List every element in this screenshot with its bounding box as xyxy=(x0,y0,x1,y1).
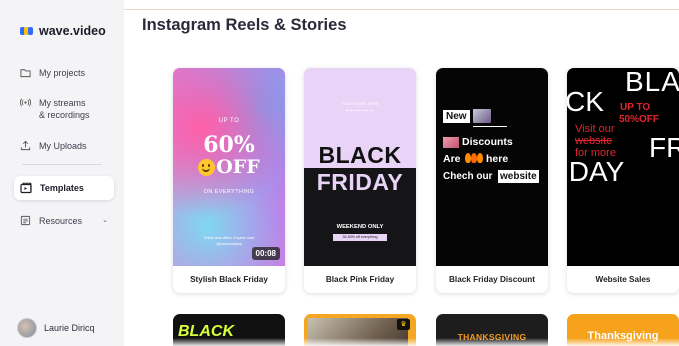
avatar xyxy=(17,318,37,338)
thumb-off-row: OFF xyxy=(173,156,285,178)
thumb-text: Online and offline. Explore now! xyxy=(203,236,255,240)
app-name: wave.video xyxy=(39,24,106,38)
template-card[interactable]: UP TO 60% OFF ON EVERYTHING Online and o… xyxy=(173,68,285,293)
app-logo[interactable]: wave.video xyxy=(20,24,106,38)
thumb-text: Chech our xyxy=(443,171,493,182)
user-profile[interactable]: Laurie Diricq xyxy=(17,318,95,338)
folder-icon xyxy=(20,69,31,78)
thumb-text: Discounts xyxy=(462,136,513,148)
thumb-text: @yourcompany xyxy=(216,242,242,246)
template-thumbnail[interactable]: BLA CK UP TO 50%OFF Visit our website fo… xyxy=(567,68,679,266)
thumb-text: Are xyxy=(443,153,461,165)
template-thumbnail[interactable]: UP TO 60% OFF ON EVERYTHING Online and o… xyxy=(173,68,285,266)
sidebar-item-label: Templates xyxy=(40,183,84,193)
thumb-dots xyxy=(346,110,374,111)
sidebar-item-resources[interactable]: Resources ⌄ xyxy=(14,211,114,231)
template-card[interactable]: YOUR STORY HERE BLACK FRIDAY WEEKEND ONL… xyxy=(304,68,416,293)
template-title: Black Pink Friday xyxy=(325,275,395,284)
sidebar-item-label: My Uploads xyxy=(39,141,87,151)
thumb-text: website xyxy=(575,135,613,147)
duration-badge: 00:08 xyxy=(251,247,280,260)
smiley-icon xyxy=(198,158,216,176)
thumb-text: BLACK xyxy=(318,142,402,168)
thumb-text: New xyxy=(443,110,470,123)
thumb-text: OFF xyxy=(216,156,260,178)
document-icon xyxy=(20,215,31,226)
sidebar-item-my-uploads[interactable]: My Uploads xyxy=(14,136,114,156)
thumb-text: UP TO xyxy=(218,118,240,124)
thumb-text: UP TO xyxy=(620,102,651,113)
sidebar-item-label: Resources xyxy=(39,216,83,226)
thumb-text: ON EVERYTHING xyxy=(203,189,255,195)
sidebar: wave.video My projects My streams & reco… xyxy=(0,0,124,346)
wave-logo-icon xyxy=(20,26,34,36)
chevron-down-icon[interactable]: ⌄ xyxy=(102,215,108,227)
thumb-photo xyxy=(473,109,491,123)
thumb-text: website xyxy=(498,170,539,183)
thumb-text: Visit our xyxy=(575,123,615,135)
broadcast-icon xyxy=(20,98,31,107)
thumb-photo xyxy=(443,137,459,148)
template-title: Stylish Black Friday xyxy=(190,275,268,284)
thumb-text: 50%OFF xyxy=(619,114,660,125)
template-thumbnail[interactable]: YOUR STORY HERE BLACK FRIDAY WEEKEND ONL… xyxy=(304,68,416,266)
sidebar-item-my-streams[interactable]: My streams & recordings xyxy=(14,93,114,125)
app-window: wave.video My projects My streams & reco… xyxy=(0,0,679,346)
upload-icon xyxy=(20,140,31,151)
sidebar-divider xyxy=(22,164,102,165)
thumb-text: YOUR STORY HERE xyxy=(341,102,379,106)
sidebar-item-my-projects[interactable]: My projects xyxy=(14,63,114,83)
template-title: Black Friday Discount xyxy=(449,275,535,284)
premium-crown-icon: ♛ xyxy=(397,319,410,330)
template-title: Website Sales xyxy=(595,275,651,284)
template-card[interactable]: New Discounts Are here Chech our website… xyxy=(436,68,548,293)
sidebar-item-label: My projects xyxy=(39,68,86,78)
thumb-text: 35-50% off everything xyxy=(333,234,387,241)
thumb-text: WEEKEND ONLY xyxy=(336,224,384,230)
thumb-text: BLA xyxy=(625,68,679,97)
thumb-text: 60% xyxy=(203,132,255,158)
templates-icon xyxy=(20,182,32,194)
sidebar-item-templates[interactable]: Templates xyxy=(14,176,114,200)
thumb-underline xyxy=(473,126,507,127)
bottom-fade xyxy=(124,338,679,346)
fire-icon xyxy=(465,153,483,163)
thumb-text: here xyxy=(486,153,509,165)
thumb-text: FRIDAY xyxy=(316,169,404,195)
thumb-text: FR xyxy=(649,132,679,163)
page-title: Instagram Reels & Stories xyxy=(142,16,347,34)
template-card[interactable]: BLA CK UP TO 50%OFF Visit our website fo… xyxy=(567,68,679,293)
thumb-text: CK xyxy=(567,86,604,117)
top-divider xyxy=(124,9,679,10)
user-name: Laurie Diricq xyxy=(44,323,95,333)
thumb-text: IDAY xyxy=(567,156,625,187)
sidebar-item-label: My streams & recordings xyxy=(39,98,90,120)
template-thumbnail[interactable]: New Discounts Are here Chech our website xyxy=(436,68,548,266)
